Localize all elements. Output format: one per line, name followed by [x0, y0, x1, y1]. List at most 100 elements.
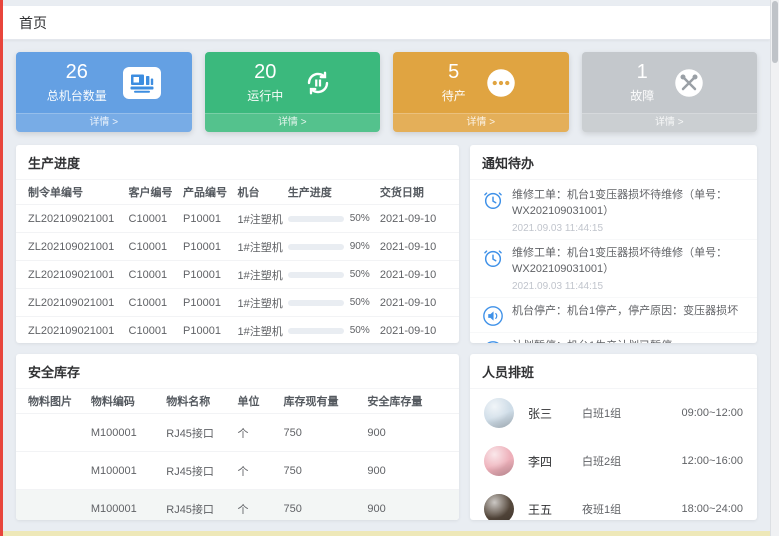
stat-detail-link[interactable]: 详情 > — [16, 113, 192, 132]
machine-cell: 1#注塑机 — [237, 239, 287, 255]
schedule-list: 张三 白班1组 09:00~12:00 李四 白班2组 12:00~16:00 — [470, 389, 757, 520]
tools-fault-icon — [674, 68, 704, 98]
notification-body: 维修工单：机台1变压器损坏待维修（单号：WX202109031001） 2021… — [512, 188, 745, 234]
employee-name: 张三 — [528, 405, 582, 422]
product-no-cell: P10001 — [183, 269, 237, 281]
stat-card-text: 20 运行中 — [247, 61, 283, 104]
stat-detail-link[interactable]: 详情 > — [582, 113, 758, 132]
avatar — [484, 446, 514, 476]
shift-label: 夜班1组 — [582, 501, 654, 517]
order-no-cell: ZL202109021001 — [28, 241, 129, 253]
notification-icon-box — [482, 340, 504, 343]
stat-value: 26 — [47, 61, 107, 83]
notification-item[interactable]: 机台停产：机台1停产，停产原因：变压器损坏 — [470, 297, 757, 332]
stat-card-text: 5 待产 — [442, 61, 466, 104]
inventory-table-body: M100001 RJ45接口 个 750 900 M100001 — [16, 413, 459, 520]
delivery-date-cell: 2021-09-10 — [380, 241, 447, 253]
notifications-panel-title: 通知待办 — [470, 145, 757, 180]
safety-stock-cell: 900 — [367, 465, 447, 477]
order-no-cell: ZL202109021001 — [28, 297, 129, 309]
avatar — [484, 494, 514, 520]
scrollbar-thumb[interactable] — [772, 1, 778, 63]
notification-timestamp: 2021.09.03 11:44:15 — [512, 281, 745, 292]
shift-time: 12:00~16:00 — [682, 455, 743, 467]
employee-name: 李四 — [528, 453, 582, 470]
stat-value: 5 — [442, 61, 466, 83]
progress-bar-track — [288, 272, 344, 278]
product-no-cell: P10001 — [183, 213, 237, 225]
progress-bar-track — [288, 244, 344, 250]
column-header: 物料名称 — [166, 393, 237, 409]
production-table-row: ZL202109021001 C10001 P10001 1#注塑机 50% 2… — [16, 316, 459, 343]
stat-detail-link[interactable]: 详情 > — [205, 113, 381, 132]
speaker-icon — [482, 340, 504, 343]
stat-icon-box — [670, 67, 708, 99]
notification-text: 机台停产：机台1停产，停产原因：变压器损坏 — [512, 304, 738, 320]
schedule-panel-title: 人员排班 — [470, 354, 757, 389]
material-code-cell: M100001 — [91, 427, 166, 439]
page-title: 首页 — [19, 15, 47, 31]
notification-icon-box — [482, 189, 504, 211]
order-no-cell: ZL202109021001 — [28, 269, 129, 281]
avatar — [484, 398, 514, 428]
safety-stock-cell: 900 — [367, 503, 447, 515]
shift-time: 09:00~12:00 — [682, 407, 743, 419]
production-table-header: 制令单编号客户编号产品编号机台生产进度交货日期 — [16, 180, 459, 204]
vertical-scrollbar[interactable] — [770, 0, 779, 536]
notification-item[interactable]: 计划暂停：机台1生产计划已暂停 2021.09.03 11:44:15 — [470, 332, 757, 343]
machine-cell: 1#注塑机 — [237, 267, 287, 283]
inventory-table-row: M100001 RJ45接口 个 750 900 — [16, 451, 459, 489]
machine-cell: 1#注塑机 — [237, 295, 287, 311]
column-header: 库存现有量 — [284, 393, 368, 409]
notification-icon-box — [482, 305, 504, 327]
production-table-row: ZL202109021001 C10001 P10001 1#注塑机 50% 2… — [16, 260, 459, 288]
notification-item[interactable]: 维修工单：机台1变压器损坏待维修（单号：WX202109031001） 2021… — [470, 239, 757, 297]
inventory-table-row: M100001 RJ45接口 个 750 900 — [16, 413, 459, 451]
dashboard-content: 26 总机台数量 — [3, 40, 770, 531]
material-code-cell: M100001 — [91, 503, 166, 515]
delivery-date-cell: 2021-09-10 — [380, 325, 447, 337]
notification-text: 维修工单：机台1变压器损坏待维修（单号：WX202109031001） — [512, 246, 745, 278]
column-header: 安全库存量 — [367, 393, 447, 409]
progress-bar-track — [288, 300, 344, 306]
progress-cell: 50% — [288, 269, 380, 280]
safety-inventory-panel: 安全库存 物料图片物料编码物料名称单位库存现有量安全库存量 M100001 RJ… — [16, 354, 459, 520]
stock-on-hand-cell: 750 — [284, 427, 368, 439]
column-header: 制令单编号 — [28, 184, 129, 200]
stat-value: 1 — [630, 61, 654, 83]
product-no-cell: P10001 — [183, 241, 237, 253]
notification-item[interactable]: 维修工单：机台1变压器损坏待维修（单号：WX202109031001） 2021… — [470, 182, 757, 239]
production-table-row: ZL202109021001 C10001 P10001 1#注塑机 50% 2… — [16, 288, 459, 316]
stat-value: 20 — [247, 61, 283, 83]
stat-detail-link[interactable]: 详情 > — [393, 113, 569, 132]
column-header: 机台 — [237, 184, 287, 200]
stat-card[interactable]: 26 总机台数量 — [16, 52, 192, 132]
column-header: 物料编码 — [91, 393, 166, 409]
customer-no-cell: C10001 — [129, 269, 183, 281]
stat-card[interactable]: 20 运行中 — [205, 52, 381, 132]
material-name-cell: RJ45接口 — [166, 425, 237, 441]
inventory-table-header: 物料图片物料编码物料名称单位库存现有量安全库存量 — [16, 389, 459, 413]
notification-body: 维修工单：机台1变压器损坏待维修（单号：WX202109031001） 2021… — [512, 246, 745, 292]
stat-card-body: 26 总机台数量 — [16, 52, 192, 113]
shift-time: 18:00~24:00 — [682, 503, 743, 515]
order-no-cell: ZL202109021001 — [28, 325, 129, 337]
production-table-row: ZL202109021001 C10001 P10001 1#注塑机 90% 2… — [16, 232, 459, 260]
ellipsis-pending-icon — [486, 68, 516, 98]
inventory-panel-title: 安全库存 — [16, 354, 459, 389]
column-header: 客户编号 — [129, 184, 183, 200]
progress-cell: 50% — [288, 297, 380, 308]
delivery-date-cell: 2021-09-10 — [380, 269, 447, 281]
progress-bar-track — [288, 328, 344, 334]
personnel-schedule-panel: 人员排班 张三 白班1组 09:00~12:00 李四 — [470, 354, 757, 520]
stat-card-text: 1 故障 — [630, 61, 654, 104]
safety-stock-cell: 900 — [367, 427, 447, 439]
progress-cell: 90% — [288, 241, 380, 252]
schedule-row: 李四 白班2组 12:00~16:00 — [470, 437, 757, 485]
progress-cell: 50% — [288, 325, 380, 336]
stat-card[interactable]: 5 待产 — [393, 52, 569, 132]
material-name-cell: RJ45接口 — [166, 463, 237, 479]
notification-text: 计划暂停：机台1生产计划已暂停 — [512, 339, 672, 343]
column-header: 单位 — [237, 393, 283, 409]
stat-card[interactable]: 1 故障 — [582, 52, 758, 132]
